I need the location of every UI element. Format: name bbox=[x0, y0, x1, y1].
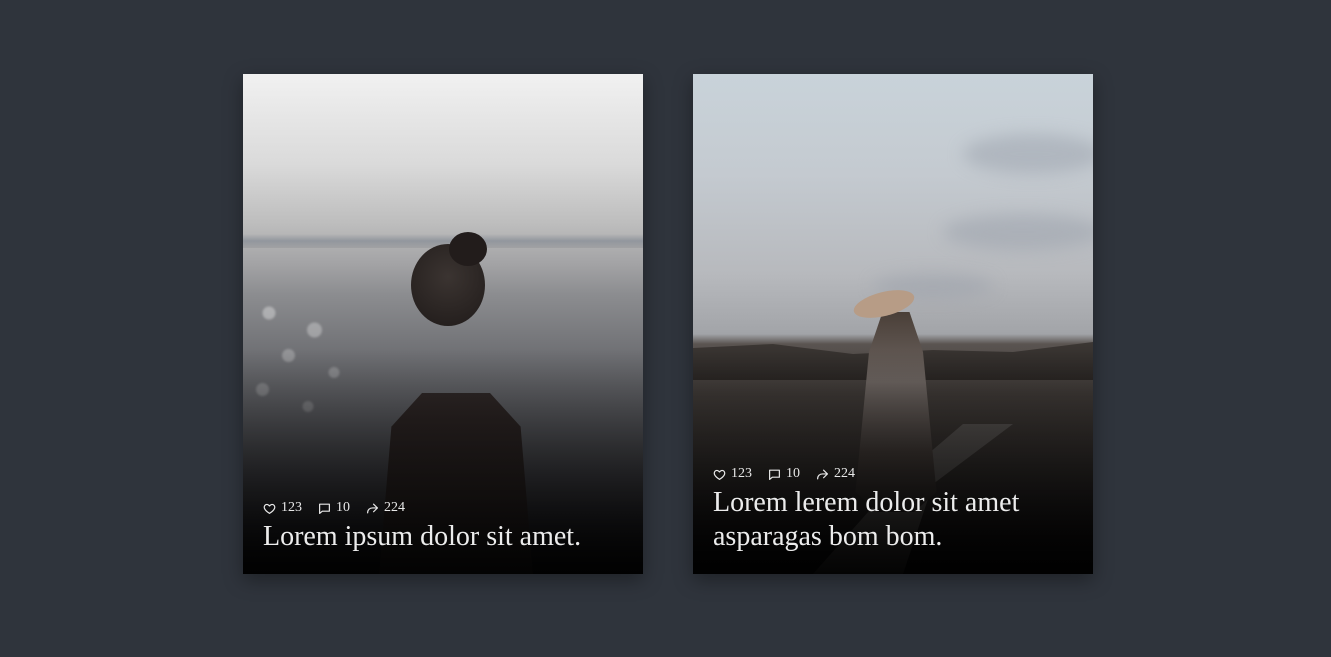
comments-stat[interactable]: 10 bbox=[768, 466, 800, 482]
shares-count: 224 bbox=[384, 500, 405, 515]
photo-gradient-overlay bbox=[243, 74, 643, 574]
likes-count: 123 bbox=[281, 500, 302, 515]
comments-count: 10 bbox=[786, 466, 800, 481]
comments-count: 10 bbox=[336, 500, 350, 515]
likes-stat[interactable]: 123 bbox=[713, 466, 752, 482]
post-info: 123 10 224 Lorem lerem dolor sit amet as… bbox=[713, 466, 1073, 554]
likes-count: 123 bbox=[731, 466, 752, 481]
comment-icon bbox=[769, 469, 780, 480]
post-title[interactable]: Lorem ipsum dolor sit amet. bbox=[263, 520, 623, 554]
post-stats: 123 10 224 bbox=[713, 466, 1073, 482]
page: 123 10 224 Lorem ipsum dolor sit amet. 1… bbox=[0, 0, 1331, 657]
shares-count: 224 bbox=[834, 466, 855, 481]
comment-icon bbox=[319, 503, 330, 514]
likes-stat[interactable]: 123 bbox=[263, 500, 302, 516]
heart-icon bbox=[713, 469, 726, 480]
post-info: 123 10 224 Lorem ipsum dolor sit amet. bbox=[263, 500, 623, 554]
comments-stat[interactable]: 10 bbox=[318, 500, 350, 516]
shares-stat[interactable]: 224 bbox=[816, 466, 855, 482]
shares-stat[interactable]: 224 bbox=[366, 500, 405, 516]
post-card[interactable]: 123 10 224 Lorem ipsum dolor sit amet. bbox=[243, 74, 643, 574]
share-icon bbox=[817, 469, 828, 479]
share-icon bbox=[367, 503, 378, 513]
post-stats: 123 10 224 bbox=[263, 500, 623, 516]
post-card[interactable]: 123 10 224 Lorem lerem dolor sit amet as… bbox=[693, 74, 1093, 574]
post-title[interactable]: Lorem lerem dolor sit amet asparagas bom… bbox=[713, 486, 1073, 554]
heart-icon bbox=[263, 503, 276, 514]
